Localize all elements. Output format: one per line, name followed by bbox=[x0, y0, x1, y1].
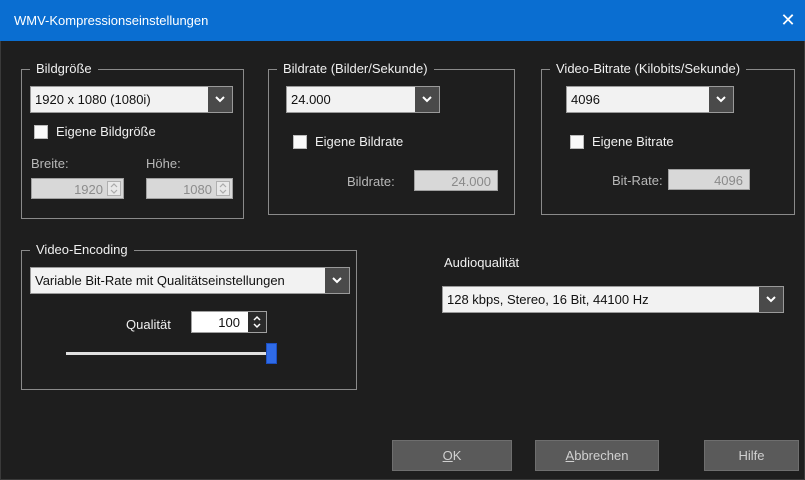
window-title: WMV-Kompressionseinstellungen bbox=[14, 13, 209, 28]
checkbox-box[interactable] bbox=[293, 134, 307, 149]
title-bar: WMV-Kompressionseinstellungen ✕ bbox=[0, 0, 805, 41]
video-bitrate-select-value: 4096 bbox=[571, 92, 600, 107]
chevron-down-icon[interactable] bbox=[415, 87, 439, 112]
frame-size-legend: Bildgröße bbox=[30, 61, 98, 77]
audio-quality-select[interactable]: 128 kbps, Stereo, 16 Bit, 44100 Hz bbox=[442, 286, 784, 313]
custom-frame-rate-label: Eigene Bildrate bbox=[315, 134, 404, 149]
frame-rate-field[interactable]: 24.000 bbox=[414, 170, 498, 191]
video-encoding-select-value: Variable Bit-Rate mit Qualitätseinstellu… bbox=[35, 273, 285, 288]
spin-arrows-icon[interactable] bbox=[248, 312, 266, 332]
help-label: Hilfe bbox=[738, 448, 765, 463]
frame-rate-select[interactable]: 24.000 bbox=[286, 86, 440, 113]
video-encoding-select[interactable]: Variable Bit-Rate mit Qualitätseinstellu… bbox=[30, 267, 350, 294]
ok-button[interactable]: OK bbox=[392, 440, 512, 471]
frame-rate-select-value: 24.000 bbox=[291, 92, 331, 107]
cancel-mnemonic: A bbox=[565, 448, 575, 463]
cancel-label: bbrechen bbox=[574, 448, 629, 463]
frame-size-select-value: 1920 x 1080 (1080i) bbox=[35, 92, 151, 107]
quality-label: Qualität bbox=[126, 317, 171, 332]
frame-size-group: Bildgröße 1920 x 1080 (1080i) Eigene Bil… bbox=[21, 61, 244, 219]
custom-frame-rate-checkbox[interactable]: Eigene Bildrate bbox=[293, 134, 403, 149]
width-label: Breite: bbox=[31, 156, 69, 171]
ok-label: K bbox=[452, 448, 462, 463]
help-button[interactable]: Hilfe bbox=[704, 440, 799, 471]
quality-value: 100 bbox=[218, 315, 240, 330]
video-bitrate-group: Video-Bitrate (Kilobits/Sekunde) 4096 Ei… bbox=[541, 61, 795, 215]
checkbox-box[interactable] bbox=[34, 124, 48, 139]
frame-rate-field-value: 24.000 bbox=[451, 174, 491, 189]
cancel-button[interactable]: Abbrechen bbox=[535, 440, 659, 471]
video-encoding-legend: Video-Encoding bbox=[30, 242, 134, 258]
frame-rate-legend: Bildrate (Bilder/Sekunde) bbox=[277, 61, 434, 77]
video-bitrate-legend: Video-Bitrate (Kilobits/Sekunde) bbox=[550, 61, 747, 77]
spin-arrows-icon[interactable] bbox=[216, 181, 230, 196]
bitrate-field-label: Bit-Rate: bbox=[612, 173, 663, 188]
quality-stepper[interactable]: 100 bbox=[191, 311, 267, 333]
frame-size-select[interactable]: 1920 x 1080 (1080i) bbox=[30, 86, 233, 113]
height-stepper[interactable]: 1080 bbox=[146, 178, 233, 199]
chevron-down-icon[interactable] bbox=[325, 268, 349, 293]
dialog-body: Bildgröße 1920 x 1080 (1080i) Eigene Bil… bbox=[0, 41, 805, 480]
checkbox-box[interactable] bbox=[570, 134, 584, 149]
quality-slider-track[interactable] bbox=[66, 352, 272, 355]
ok-mnemonic: O bbox=[442, 448, 453, 463]
custom-bitrate-label: Eigene Bitrate bbox=[592, 134, 674, 149]
chevron-down-icon[interactable] bbox=[759, 287, 783, 312]
video-encoding-group: Video-Encoding Variable Bit-Rate mit Qua… bbox=[21, 242, 357, 390]
height-value: 1080 bbox=[183, 182, 212, 197]
spin-arrows-icon[interactable] bbox=[107, 181, 121, 196]
custom-frame-size-checkbox[interactable]: Eigene Bildgröße bbox=[34, 124, 156, 139]
frame-rate-field-label: Bildrate: bbox=[347, 174, 395, 189]
custom-frame-size-label: Eigene Bildgröße bbox=[56, 124, 156, 139]
chevron-down-icon[interactable] bbox=[709, 87, 733, 112]
width-stepper[interactable]: 1920 bbox=[31, 178, 124, 199]
quality-slider-thumb[interactable] bbox=[266, 343, 277, 364]
audio-quality-select-value: 128 kbps, Stereo, 16 Bit, 44100 Hz bbox=[447, 292, 649, 307]
custom-bitrate-checkbox[interactable]: Eigene Bitrate bbox=[570, 134, 674, 149]
video-bitrate-select[interactable]: 4096 bbox=[566, 86, 734, 113]
chevron-down-icon[interactable] bbox=[208, 87, 232, 112]
bitrate-field[interactable]: 4096 bbox=[668, 169, 750, 190]
audio-quality-label: Audioqualität bbox=[444, 255, 520, 270]
width-value: 1920 bbox=[74, 182, 103, 197]
close-icon[interactable]: ✕ bbox=[777, 9, 799, 31]
frame-rate-group: Bildrate (Bilder/Sekunde) 24.000 Eigene … bbox=[268, 61, 515, 215]
height-label: Höhe: bbox=[146, 156, 181, 171]
bitrate-field-value: 4096 bbox=[714, 173, 743, 188]
